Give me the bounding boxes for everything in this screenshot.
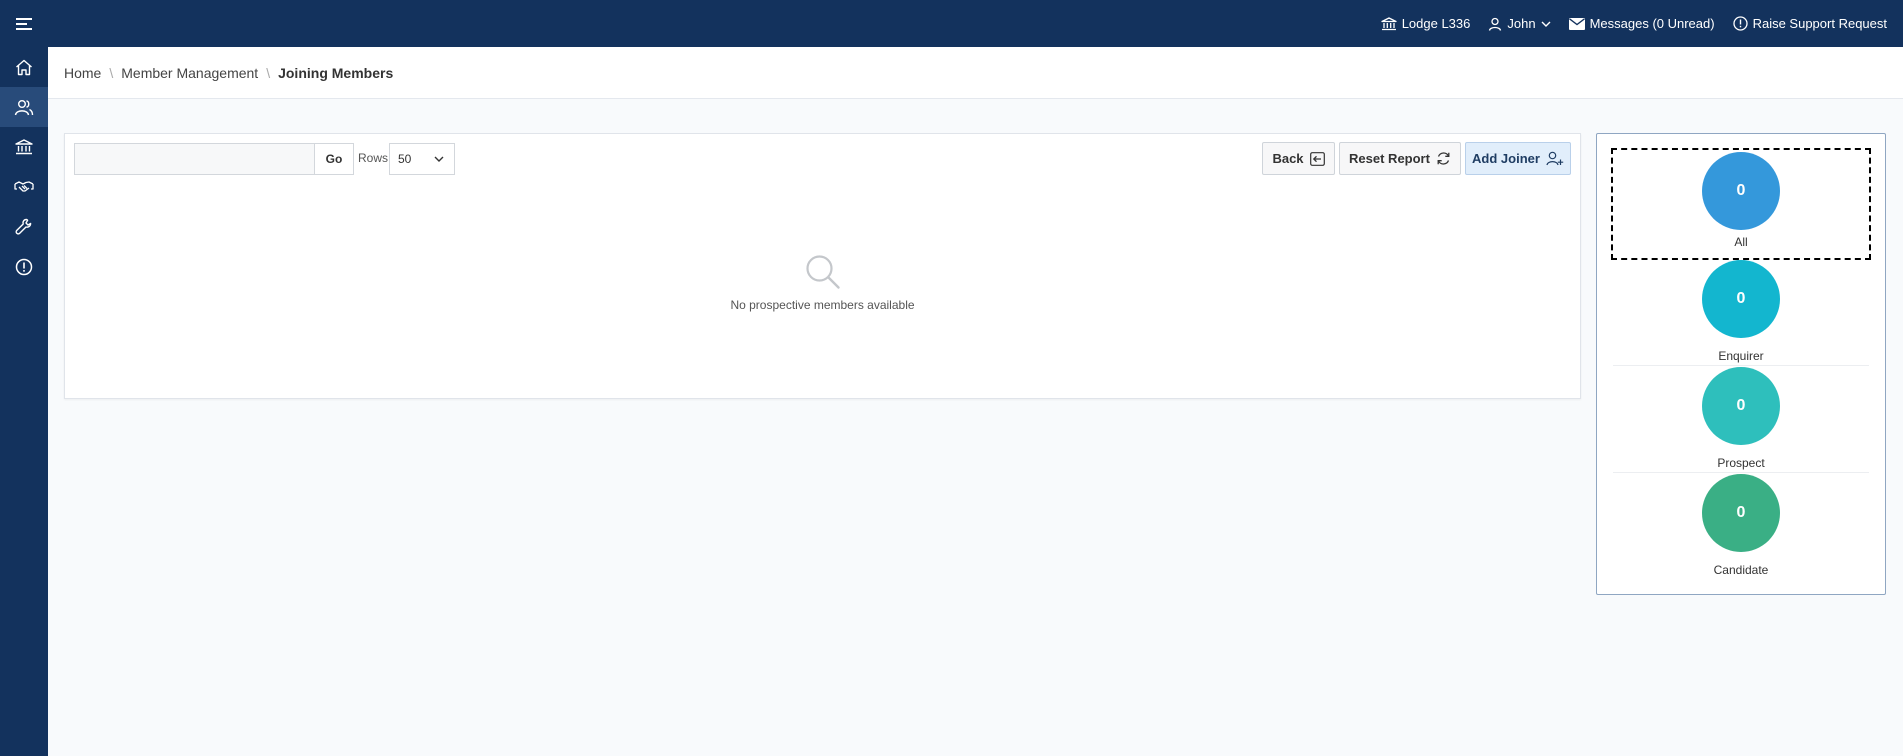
- breadcrumb-separator: \: [266, 64, 271, 81]
- messages-label: Messages (0 Unread): [1589, 16, 1715, 31]
- sidebar-item-members[interactable]: [0, 87, 48, 127]
- joining-members-report: Go Rows 50 Back Reset Report Add Joiner: [64, 133, 1581, 399]
- status-count-circle: 0: [1702, 367, 1780, 445]
- add-joiner-label: Add Joiner: [1472, 151, 1540, 166]
- status-label: All: [1734, 235, 1748, 249]
- reset-label: Reset Report: [1349, 151, 1430, 166]
- chevron-down-icon: [1541, 21, 1551, 27]
- status-count-circle: 0: [1702, 474, 1780, 552]
- back-button[interactable]: Back: [1262, 142, 1335, 175]
- envelope-icon: [1568, 17, 1585, 30]
- status-count-circle: 0: [1702, 260, 1780, 338]
- lodge-label: Lodge L336: [1401, 16, 1471, 31]
- status-badge-all[interactable]: 0 All: [1611, 148, 1871, 260]
- back-arrow-icon: [1309, 151, 1325, 166]
- home-icon: [16, 59, 32, 75]
- alert-circle-icon: [1732, 16, 1748, 31]
- breadcrumb-member-management-link[interactable]: Member Management: [121, 65, 258, 81]
- divider: [1613, 365, 1869, 366]
- chevron-down-icon: [434, 156, 444, 162]
- alert-icon: [15, 258, 33, 276]
- user-name: John: [1507, 16, 1536, 31]
- sidebar-item-home[interactable]: [0, 47, 48, 87]
- status-badge-candidate[interactable]: 0 Candidate: [1613, 474, 1869, 577]
- user-icon: [1489, 17, 1502, 31]
- divider: [1613, 472, 1869, 473]
- bank-icon: [15, 139, 33, 155]
- back-label: Back: [1272, 151, 1304, 166]
- breadcrumb-separator: \: [109, 64, 114, 81]
- wrench-icon: [15, 218, 32, 235]
- search-icon: [805, 255, 840, 289]
- status-count-circle: 0: [1702, 152, 1780, 230]
- empty-message: No prospective members available: [730, 298, 915, 312]
- add-joiner-button[interactable]: Add Joiner: [1465, 142, 1571, 175]
- handshake-icon: [14, 181, 34, 192]
- user-menu-button[interactable]: John: [1488, 16, 1551, 31]
- users-icon: [14, 99, 34, 115]
- sidebar-item-lodge[interactable]: [0, 127, 48, 167]
- add-user-icon: [1546, 151, 1564, 166]
- bank-icon: [1381, 16, 1397, 30]
- top-navigation-bar: Lodge L336 John Messages (0 Unread) Rais…: [0, 0, 1903, 47]
- support-request-link[interactable]: Raise Support Request: [1732, 16, 1887, 31]
- support-label: Raise Support Request: [1752, 16, 1887, 31]
- sidebar-item-tools[interactable]: [0, 207, 48, 247]
- sidebar-item-relations[interactable]: [0, 167, 48, 207]
- refresh-icon: [1437, 152, 1450, 165]
- status-label: Enquirer: [1718, 349, 1764, 363]
- sidebar: [0, 47, 48, 756]
- breadcrumb-current: Joining Members: [278, 64, 394, 81]
- sidebar-item-support[interactable]: [0, 247, 48, 287]
- menu-toggle-button[interactable]: [0, 0, 48, 47]
- breadcrumb-home-link[interactable]: Home: [64, 65, 101, 81]
- messages-link[interactable]: Messages (0 Unread): [1568, 16, 1715, 31]
- rows-select[interactable]: 50: [389, 143, 455, 175]
- status-count: 0: [1736, 397, 1746, 414]
- status-count: 0: [1736, 290, 1746, 307]
- rows-value: 50: [398, 152, 412, 166]
- breadcrumb: Home \ Member Management \ Joining Membe…: [48, 47, 1903, 99]
- empty-state: No prospective members available: [65, 254, 1580, 312]
- rows-label: Rows: [358, 151, 389, 165]
- status-filter-panel: 0 All 0 Enquirer 0 Prospect 0 Candidate: [1596, 133, 1886, 595]
- lodge-link[interactable]: Lodge L336: [1381, 16, 1471, 31]
- status-label: Prospect: [1717, 456, 1765, 470]
- status-label: Candidate: [1713, 563, 1769, 577]
- search-input[interactable]: [74, 143, 315, 175]
- status-badge-enquirer[interactable]: 0 Enquirer: [1613, 260, 1869, 363]
- status-count: 0: [1736, 504, 1746, 521]
- status-badge-prospect[interactable]: 0 Prospect: [1613, 367, 1869, 470]
- hamburger-icon: [16, 17, 32, 30]
- reset-report-button[interactable]: Reset Report: [1339, 142, 1461, 175]
- status-count: 0: [1736, 182, 1746, 199]
- go-button[interactable]: Go: [314, 143, 354, 175]
